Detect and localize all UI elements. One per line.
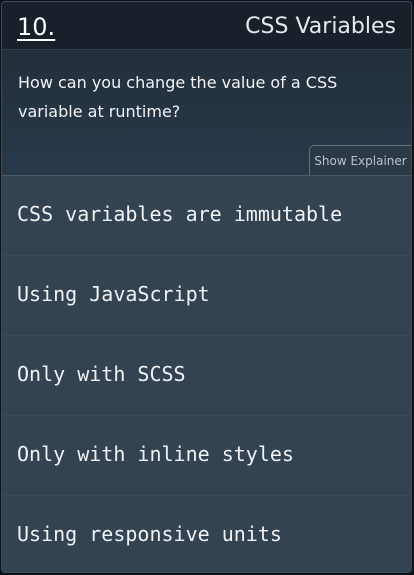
answer-label: Only with inline styles	[17, 442, 294, 466]
show-explainer-button[interactable]: Show Explainer	[309, 145, 411, 176]
answer-label: CSS variables are immutable	[17, 202, 343, 226]
topic-title: CSS Variables	[245, 14, 396, 39]
answer-label: Only with SCSS	[17, 362, 186, 386]
answer-label: Using responsive units	[17, 522, 282, 546]
answer-option-1[interactable]: CSS variables are immutable	[2, 175, 411, 255]
answer-label: Using JavaScript	[17, 282, 210, 306]
quiz-card: 10. CSS Variables How can you change the…	[1, 1, 412, 573]
answer-list: CSS variables are immutable Using JavaSc…	[2, 175, 411, 572]
answer-option-5[interactable]: Using responsive units	[2, 495, 411, 572]
question-text: How can you change the value of a CSS va…	[18, 73, 338, 121]
answer-option-4[interactable]: Only with inline styles	[2, 415, 411, 495]
quiz-header: 10. CSS Variables	[2, 2, 411, 50]
question-number: 10.	[17, 13, 56, 41]
answer-option-2[interactable]: Using JavaScript	[2, 255, 411, 335]
answer-option-3[interactable]: Only with SCSS	[2, 335, 411, 415]
